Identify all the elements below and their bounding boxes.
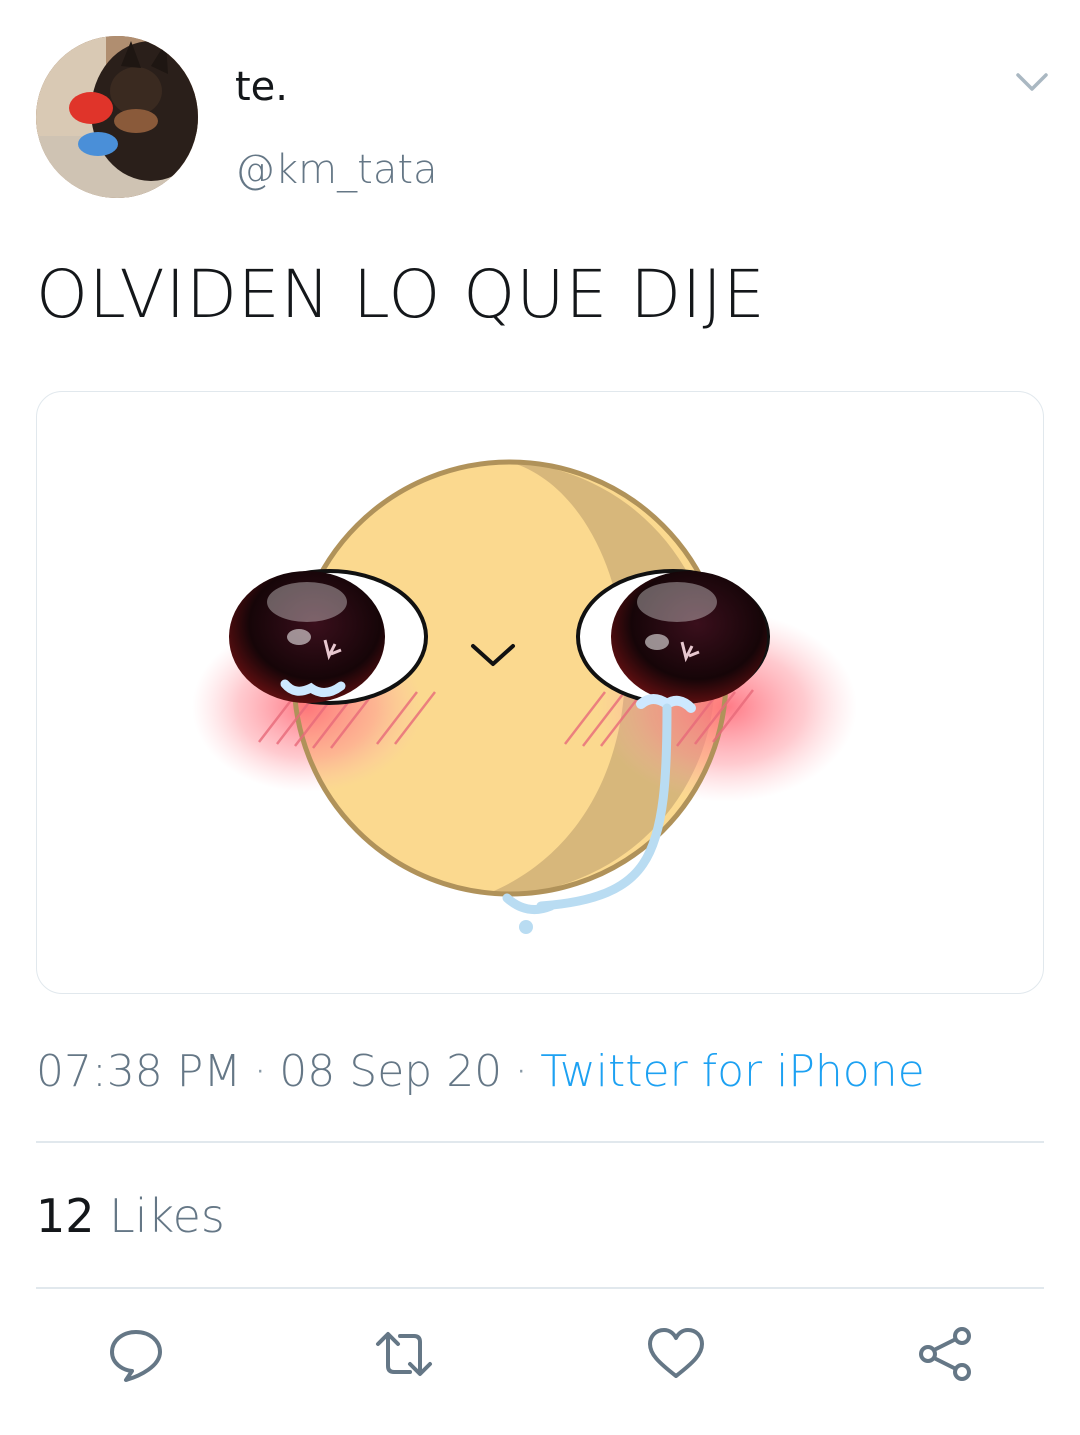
display-name[interactable]: te.	[235, 62, 288, 112]
meta-separator: ·	[253, 1046, 268, 1097]
meta-separator: ·	[514, 1046, 529, 1097]
likes-count: 12	[36, 1189, 95, 1243]
chevron-down-icon[interactable]	[1012, 64, 1052, 100]
handle[interactable]: @km_tata	[235, 144, 438, 196]
reply-icon[interactable]	[106, 1326, 166, 1382]
divider	[36, 1287, 1044, 1289]
tweet-meta: 07:38 PM · 08 Sep 20 · Twitter for iPhone	[36, 1040, 925, 1104]
share-icon[interactable]	[916, 1326, 976, 1382]
likes-stat[interactable]: 12 Likes	[36, 1184, 225, 1248]
divider	[36, 1141, 1044, 1143]
likes-label: Likes	[109, 1189, 225, 1243]
avatar[interactable]	[36, 36, 198, 198]
tweet-media-image[interactable]	[36, 391, 1044, 994]
heart-icon[interactable]	[646, 1326, 706, 1382]
tweet-time: 07:38 PM	[36, 1046, 242, 1097]
tweet-date: 08 Sep 20	[279, 1046, 503, 1097]
retweet-icon[interactable]	[374, 1326, 434, 1382]
tweet-source-link[interactable]: Twitter for iPhone	[540, 1046, 924, 1097]
tweet-text: OLVIDEN LO QUE DIJE	[36, 256, 766, 333]
